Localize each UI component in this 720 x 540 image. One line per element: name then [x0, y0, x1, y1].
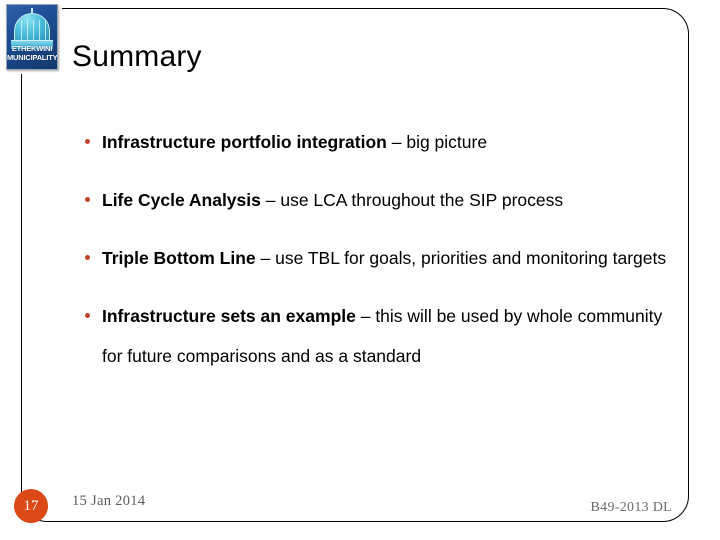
bullet-lead: Infrastructure sets an example — [102, 306, 356, 326]
page-title: Summary — [72, 40, 202, 73]
list-item: Infrastructure sets an example – this wi… — [84, 296, 684, 376]
bullet-lead: Life Cycle Analysis — [102, 190, 261, 210]
footer-document-code: B49-2013 DL — [590, 500, 672, 515]
bullet-lead: Infrastructure portfolio integration — [102, 132, 387, 152]
ethekwini-municipality-logo: ETHEKWINI MUNICIPALITY — [6, 4, 58, 70]
bullet-rest: – use TBL for goals, priorities and moni… — [255, 248, 667, 268]
bullet-lead: Triple Bottom Line — [102, 248, 256, 268]
dome-shape — [14, 13, 50, 47]
slide-number-badge: 17 — [14, 489, 48, 523]
list-item: Infrastructure portfolio integration – b… — [84, 122, 684, 162]
footer-date: 15 Jan 2014 — [72, 493, 146, 509]
logo-text: ETHEKWINI MUNICIPALITY — [7, 44, 58, 62]
list-item: Triple Bottom Line – use TBL for goals, … — [84, 238, 684, 278]
list-item: Life Cycle Analysis – use LCA throughout… — [84, 180, 684, 220]
bullet-rest: – use LCA throughout the SIP process — [260, 190, 564, 210]
logo-text-line2: MUNICIPALITY — [7, 52, 58, 62]
dome-icon — [7, 8, 57, 49]
bullet-rest: – big picture — [386, 132, 488, 152]
presentation-slide: ETHEKWINI MUNICIPALITY Summary Infrastru… — [0, 0, 720, 540]
bullet-list: Infrastructure portfolio integration – b… — [84, 122, 684, 394]
